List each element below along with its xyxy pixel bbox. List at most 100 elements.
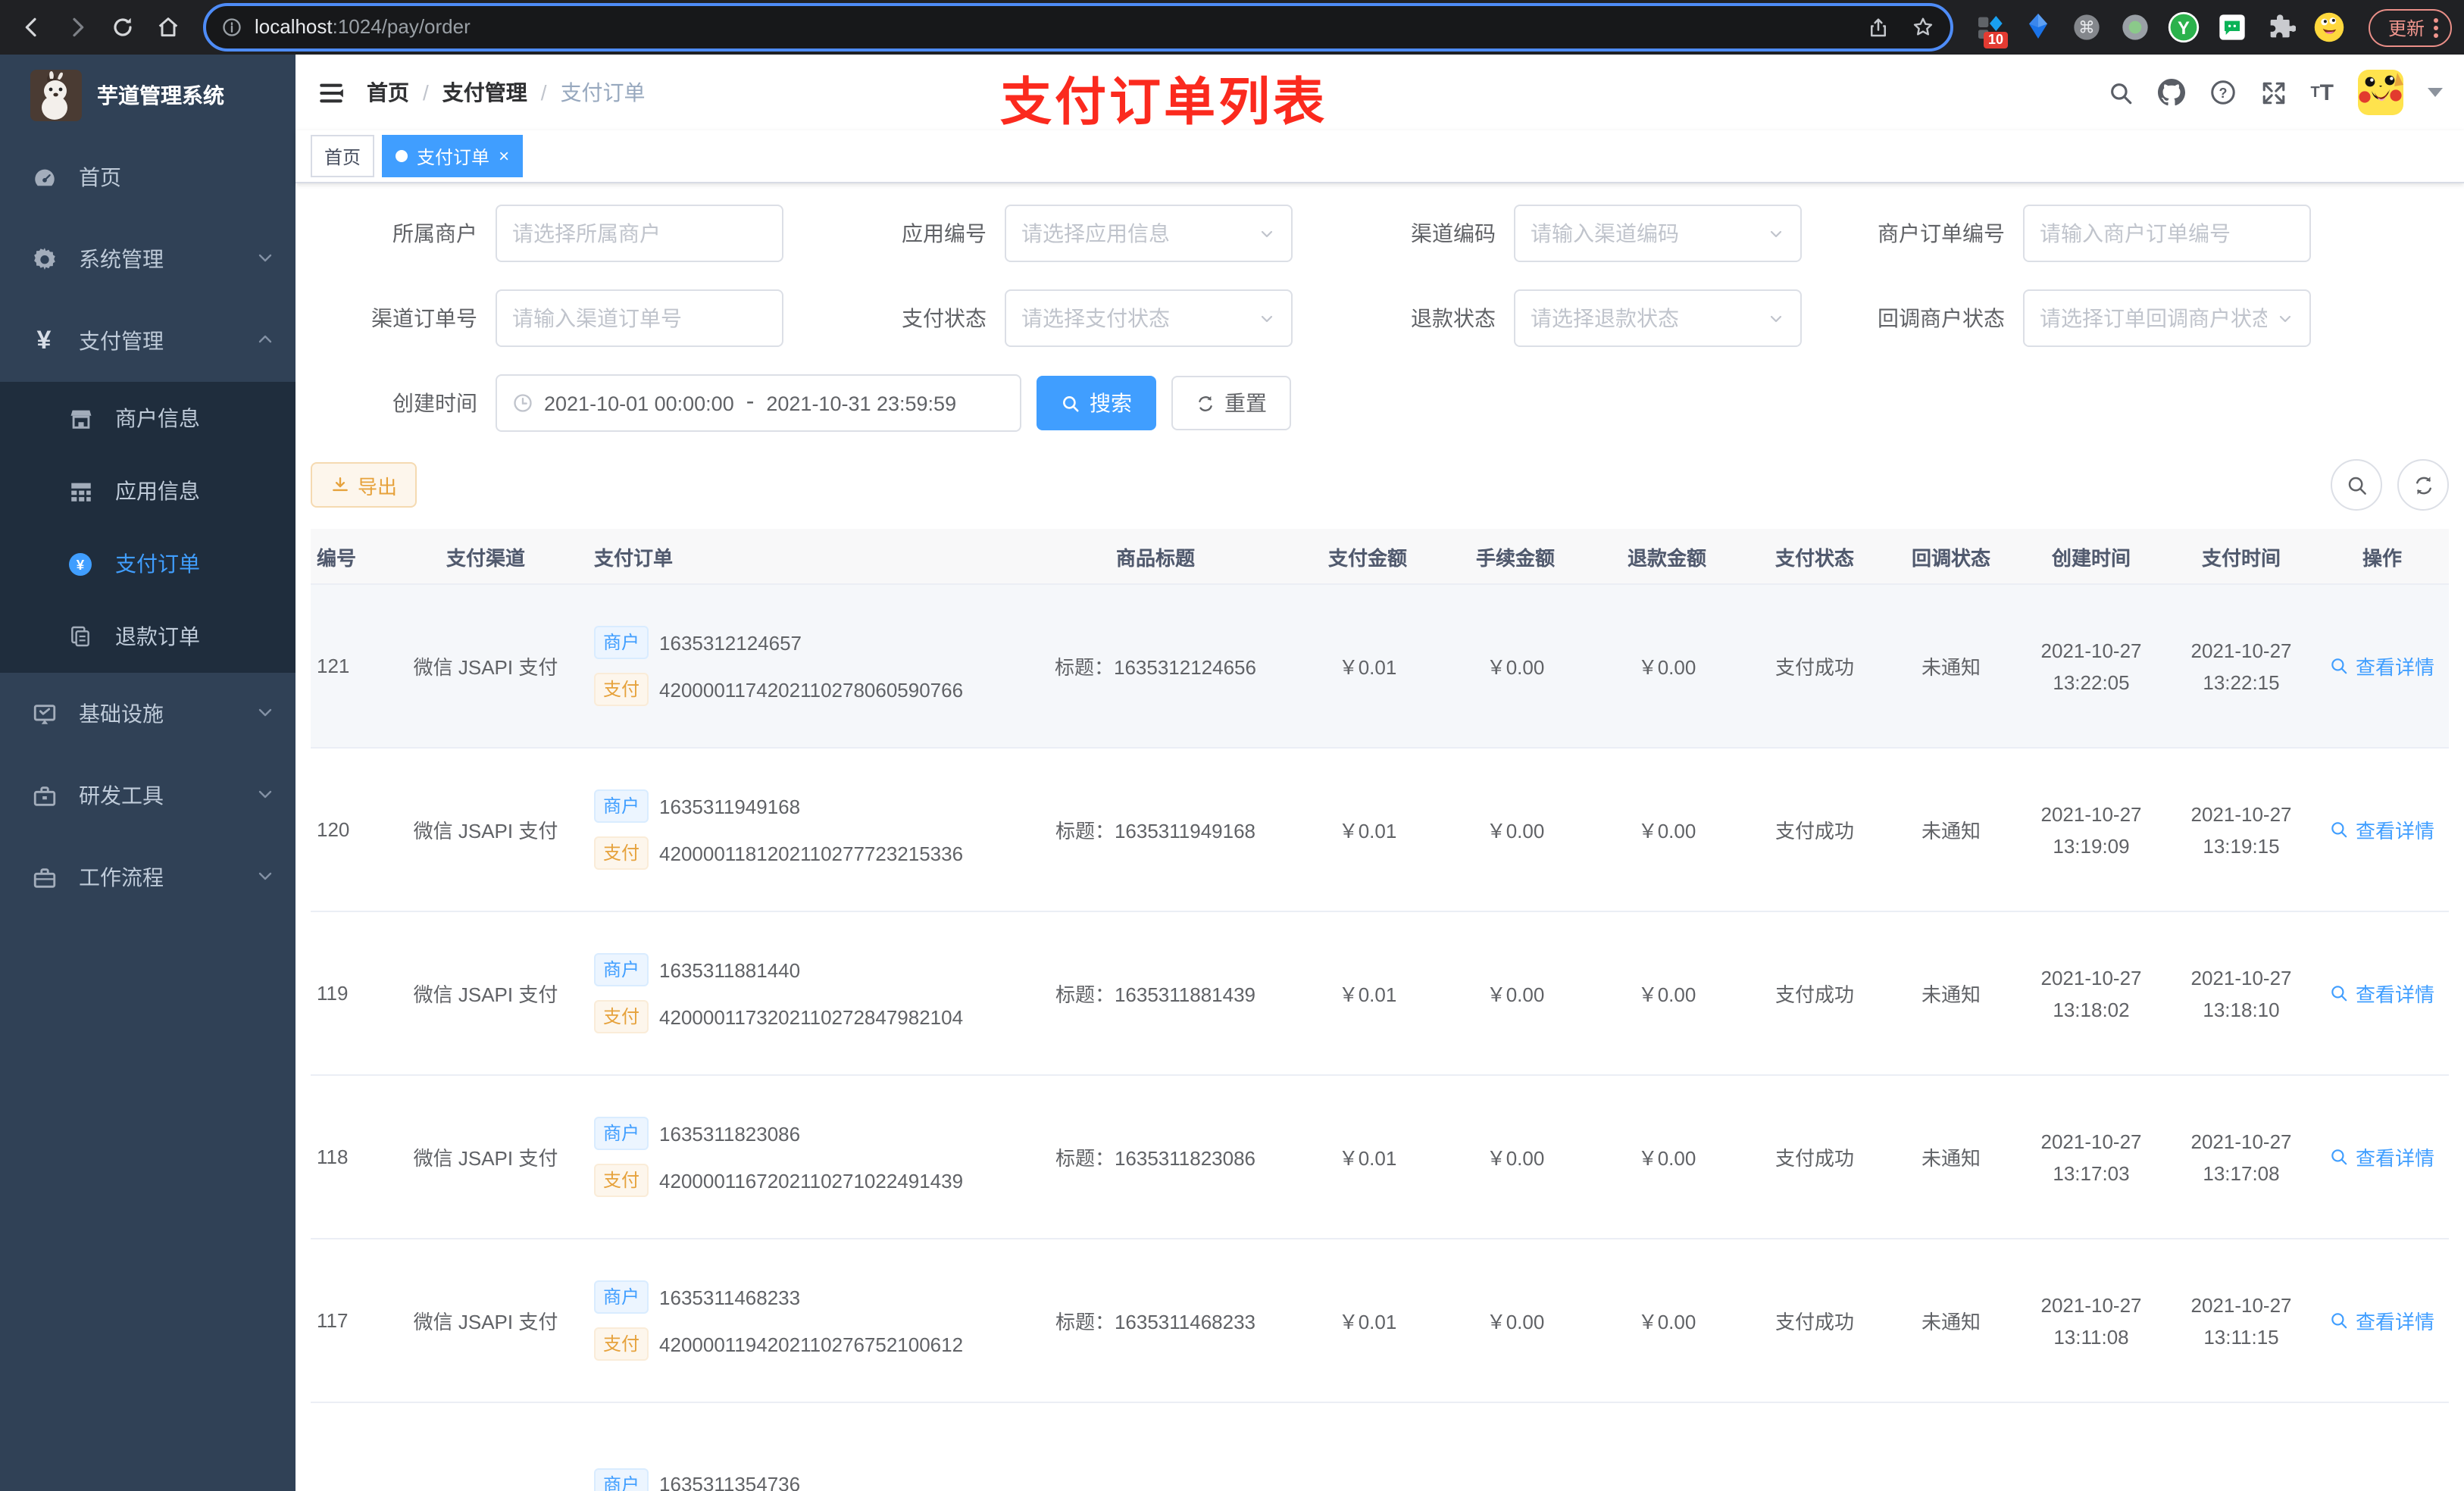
help-icon[interactable]: ? — [2209, 79, 2236, 106]
sidebar-item-dev-tools[interactable]: 研发工具 — [0, 755, 295, 836]
filter-select[interactable]: 请选择退款状态 — [1514, 289, 1802, 347]
home-icon[interactable] — [149, 8, 188, 47]
sidebar-item-workflow[interactable]: 工作流程 — [0, 836, 295, 918]
ext-workspace-icon[interactable]: 10 — [1972, 8, 2008, 48]
table-toolbar: 导出 — [311, 459, 2449, 511]
view-detail-link[interactable]: 查看详情 — [2330, 1306, 2434, 1335]
cell-title: 标题：1635312124656 — [1015, 584, 1296, 749]
browser-update-button[interactable]: 更新 — [2368, 8, 2452, 46]
github-icon[interactable] — [2157, 79, 2185, 106]
ext-profile-avatar[interactable] — [2311, 8, 2347, 47]
magnifier-icon — [2332, 658, 2348, 674]
export-button[interactable]: 导出 — [311, 462, 417, 508]
cell-action: 查看详情 — [2315, 911, 2449, 1076]
cell-amount — [1296, 1402, 1440, 1491]
placeholder-text: 请输入渠道编码 — [1531, 221, 1679, 245]
search-button[interactable]: 搜索 — [1037, 376, 1156, 430]
sidebar-item-system[interactable]: 系统管理 — [0, 218, 295, 300]
breadcrumb-payment[interactable]: 支付管理 — [442, 77, 527, 108]
search-icon[interactable] — [2107, 80, 2133, 105]
date-range-picker[interactable]: 2021-10-01 00:00:00-2021-10-31 23:59:59 — [496, 374, 1021, 432]
tag-close-icon[interactable]: × — [499, 147, 509, 165]
ext-chat-icon[interactable] — [2214, 8, 2250, 47]
cell-action — [2315, 1402, 2449, 1491]
sidebar-item-home[interactable]: 首页 — [0, 136, 295, 218]
filter-date-row: 创建时间 2021-10-01 00:00:00-2021-10-31 23:59… — [311, 374, 1291, 432]
sidebar-item-app-info[interactable]: 应用信息 — [0, 455, 295, 527]
address-bar[interactable]: localhost:1024/pay/order — [203, 3, 1953, 52]
filter-label: 所属商户 — [392, 221, 477, 245]
share-icon[interactable] — [1867, 16, 1890, 39]
fullscreen-icon[interactable] — [2260, 80, 2286, 105]
ext-recorder-icon[interactable] — [2117, 8, 2153, 47]
cell-create-time: 2021-10-27 13:11:08 — [2015, 1239, 2167, 1403]
filter-input[interactable]: 请输入商户订单编号 — [2023, 205, 2311, 262]
search-label: 搜索 — [1090, 391, 1132, 415]
filter-select[interactable]: 请选择支付状态 — [1005, 289, 1293, 347]
column-header: 支付渠道 — [383, 529, 588, 585]
merchant-tag: 商户 — [594, 953, 649, 986]
refresh-button[interactable] — [2397, 459, 2449, 511]
sidebar-item-refund-order[interactable]: 退款订单 — [0, 600, 295, 673]
site-info-icon[interactable] — [221, 17, 242, 38]
ext-y-icon[interactable]: Y — [2165, 8, 2202, 47]
reset-button[interactable]: 重置 — [1171, 376, 1291, 430]
breadcrumb-home[interactable]: 首页 — [367, 77, 409, 108]
cell-status: 支付成功 — [1743, 1239, 1887, 1403]
show-search-button[interactable] — [2331, 459, 2382, 511]
cell-title: 标题：1635311468233 — [1015, 1239, 1296, 1403]
view-detail-link[interactable]: 查看详情 — [2330, 979, 2434, 1008]
cell-channel: 微信 JSAPI 支付 — [383, 1239, 588, 1403]
select-arrow-icon — [1770, 315, 1782, 323]
view-detail-link[interactable]: 查看详情 — [2330, 1142, 2434, 1171]
filter-label: 渠道订单号 — [371, 306, 477, 330]
user-avatar[interactable] — [2358, 70, 2403, 115]
avatar-caret-icon[interactable] — [2428, 88, 2443, 97]
reset-icon — [1199, 395, 1212, 411]
filter-item: 渠道订单号 请输入渠道订单号 — [311, 289, 783, 347]
cell-action: 查看详情 — [2315, 1075, 2449, 1239]
table-row: 117 微信 JSAPI 支付 商户 1635311468233 支付 420000119… — [311, 1239, 2449, 1403]
tag-pay-order[interactable]: 支付订单 × — [382, 135, 524, 177]
cell-title: 标题：1635311823086 — [1015, 1075, 1296, 1239]
font-size-icon[interactable]: TT — [2310, 80, 2334, 105]
app-logo-row[interactable]: 芋道管理系统 — [0, 55, 295, 136]
sidebar: 芋道管理系统 首页 系统管理 ¥ 支付管理 商户信息 应用信息 ¥ 支付订单 退… — [0, 55, 295, 1491]
placeholder-text: 请输入商户订单编号 — [2040, 221, 2231, 245]
sidebar-collapse-icon[interactable] — [317, 78, 346, 107]
browser-menu-icon[interactable] — [2434, 17, 2438, 37]
ext-kite-icon[interactable] — [2020, 8, 2056, 47]
filter-item: 退款状态 请选择退款状态 — [1329, 289, 1802, 347]
reload-icon[interactable] — [103, 8, 142, 47]
column-header: 编号 — [311, 529, 383, 585]
placeholder-text: 请选择应用信息 — [1021, 221, 1170, 245]
filter-select[interactable]: 请选择订单回调商户状态 — [2023, 289, 2311, 347]
filter-select[interactable]: 请选择应用信息 — [1005, 205, 1293, 262]
forward-icon[interactable] — [58, 8, 97, 47]
extensions-puzzle-icon[interactable] — [2262, 8, 2299, 47]
back-icon[interactable] — [12, 8, 52, 47]
bookmark-star-icon[interactable] — [1911, 15, 1935, 39]
magnifier-icon — [2332, 986, 2348, 1002]
cell-pay-time — [2167, 1402, 2315, 1491]
sidebar-item-payment[interactable]: ¥ 支付管理 — [0, 300, 295, 382]
ext-command-icon[interactable]: ⌘ — [2068, 8, 2105, 47]
filter-input[interactable]: 请输入渠道订单号 — [496, 289, 783, 347]
sidebar-item-merchant[interactable]: 商户信息 — [0, 382, 295, 455]
view-detail-link[interactable]: 查看详情 — [2330, 815, 2434, 844]
sidebar-item-infra[interactable]: 基础设施 — [0, 673, 295, 755]
cell-action: 查看详情 — [2315, 748, 2449, 912]
cell-id: 118 — [311, 1075, 383, 1239]
column-header: 支付状态 — [1743, 529, 1887, 585]
date-end: 2021-10-31 23:59:59 — [766, 392, 957, 414]
cell-id: 117 — [311, 1239, 383, 1403]
view-detail-link[interactable]: 查看详情 — [2330, 652, 2434, 680]
tag-home[interactable]: 首页 — [311, 135, 375, 177]
column-header: 退款金额 — [1591, 529, 1743, 585]
merchant-order-no: 1635312124657 — [659, 631, 802, 654]
sidebar-item-pay-order[interactable]: ¥ 支付订单 — [0, 527, 295, 600]
column-header: 手续金额 — [1440, 529, 1591, 585]
filter-label: 应用编号 — [902, 221, 987, 245]
filter-input[interactable]: 请选择所属商户 — [496, 205, 783, 262]
filter-select[interactable]: 请输入渠道编码 — [1514, 205, 1802, 262]
